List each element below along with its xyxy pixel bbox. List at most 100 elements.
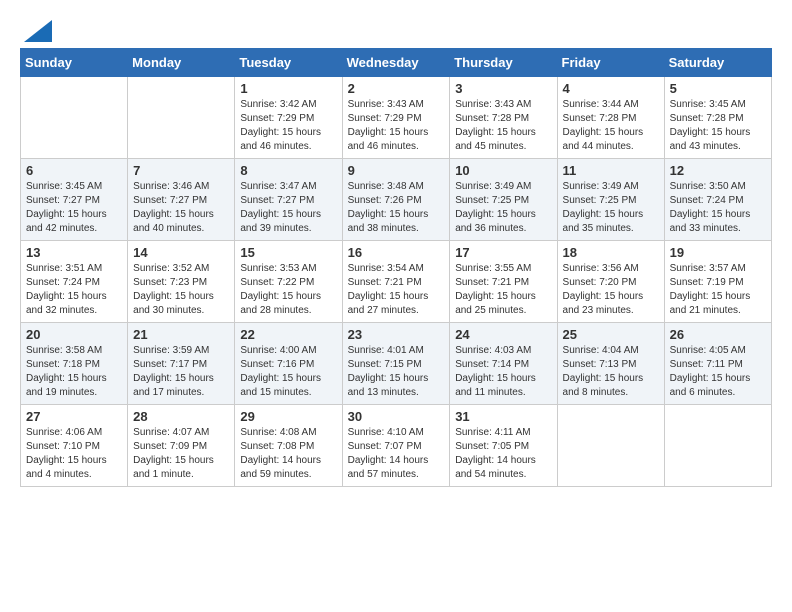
day-number: 7 <box>133 163 229 178</box>
day-number: 14 <box>133 245 229 260</box>
calendar-cell <box>557 405 664 487</box>
calendar-cell <box>128 77 235 159</box>
weekday-header-tuesday: Tuesday <box>235 49 342 77</box>
weekday-header-thursday: Thursday <box>450 49 557 77</box>
calendar-cell: 14 Sunrise: 3:52 AM Sunset: 7:23 PM Dayli… <box>128 241 235 323</box>
day-number: 20 <box>26 327 122 342</box>
day-number: 28 <box>133 409 229 424</box>
calendar-cell: 15 Sunrise: 3:53 AM Sunset: 7:22 PM Dayli… <box>235 241 342 323</box>
day-info: Sunrise: 4:06 AM Sunset: 7:10 PM Dayligh… <box>26 426 122 482</box>
day-number: 16 <box>348 245 445 260</box>
day-info: Sunrise: 3:49 AM Sunset: 7:25 PM Dayligh… <box>455 180 551 236</box>
calendar-cell: 3 Sunrise: 3:43 AM Sunset: 7:28 PM Daylig… <box>450 77 557 159</box>
day-info: Sunrise: 3:52 AM Sunset: 7:23 PM Dayligh… <box>133 262 229 318</box>
logo-icon <box>24 20 52 42</box>
day-info: Sunrise: 3:57 AM Sunset: 7:19 PM Dayligh… <box>670 262 766 318</box>
calendar-table: SundayMondayTuesdayWednesdayThursdayFrid… <box>20 48 772 487</box>
weekday-header-monday: Monday <box>128 49 235 77</box>
calendar-cell: 18 Sunrise: 3:56 AM Sunset: 7:20 PM Dayli… <box>557 241 664 323</box>
day-number: 18 <box>563 245 659 260</box>
day-number: 19 <box>670 245 766 260</box>
weekday-header-friday: Friday <box>557 49 664 77</box>
day-info: Sunrise: 3:59 AM Sunset: 7:17 PM Dayligh… <box>133 344 229 400</box>
day-number: 10 <box>455 163 551 178</box>
calendar-cell: 22 Sunrise: 4:00 AM Sunset: 7:16 PM Dayli… <box>235 323 342 405</box>
day-number: 4 <box>563 81 659 96</box>
day-number: 13 <box>26 245 122 260</box>
logo <box>20 20 52 38</box>
calendar-cell: 1 Sunrise: 3:42 AM Sunset: 7:29 PM Daylig… <box>235 77 342 159</box>
day-number: 2 <box>348 81 445 96</box>
calendar-week-row: 13 Sunrise: 3:51 AM Sunset: 7:24 PM Dayli… <box>21 241 772 323</box>
day-info: Sunrise: 4:01 AM Sunset: 7:15 PM Dayligh… <box>348 344 445 400</box>
day-info: Sunrise: 3:56 AM Sunset: 7:20 PM Dayligh… <box>563 262 659 318</box>
day-info: Sunrise: 3:44 AM Sunset: 7:28 PM Dayligh… <box>563 98 659 154</box>
calendar-cell: 2 Sunrise: 3:43 AM Sunset: 7:29 PM Daylig… <box>342 77 450 159</box>
day-info: Sunrise: 3:47 AM Sunset: 7:27 PM Dayligh… <box>240 180 336 236</box>
day-info: Sunrise: 3:48 AM Sunset: 7:26 PM Dayligh… <box>348 180 445 236</box>
calendar-week-row: 27 Sunrise: 4:06 AM Sunset: 7:10 PM Dayli… <box>21 405 772 487</box>
day-number: 23 <box>348 327 445 342</box>
day-number: 31 <box>455 409 551 424</box>
day-info: Sunrise: 3:42 AM Sunset: 7:29 PM Dayligh… <box>240 98 336 154</box>
calendar-cell: 19 Sunrise: 3:57 AM Sunset: 7:19 PM Dayli… <box>664 241 771 323</box>
day-info: Sunrise: 3:45 AM Sunset: 7:28 PM Dayligh… <box>670 98 766 154</box>
day-number: 5 <box>670 81 766 96</box>
calendar-cell: 6Sunrise: 3:45 AM Sunset: 7:27 PM Daylig… <box>21 159 128 241</box>
day-number: 27 <box>26 409 122 424</box>
day-info: Sunrise: 3:55 AM Sunset: 7:21 PM Dayligh… <box>455 262 551 318</box>
day-info: Sunrise: 4:04 AM Sunset: 7:13 PM Dayligh… <box>563 344 659 400</box>
day-info: Sunrise: 3:51 AM Sunset: 7:24 PM Dayligh… <box>26 262 122 318</box>
calendar-cell: 26 Sunrise: 4:05 AM Sunset: 7:11 PM Dayli… <box>664 323 771 405</box>
calendar-cell: 28 Sunrise: 4:07 AM Sunset: 7:09 PM Dayli… <box>128 405 235 487</box>
day-number: 3 <box>455 81 551 96</box>
day-number: 12 <box>670 163 766 178</box>
day-number: 1 <box>240 81 336 96</box>
calendar-week-row: 20Sunrise: 3:58 AM Sunset: 7:18 PM Dayli… <box>21 323 772 405</box>
day-number: 9 <box>348 163 445 178</box>
calendar-cell: 7Sunrise: 3:46 AM Sunset: 7:27 PM Daylig… <box>128 159 235 241</box>
calendar-cell: 29Sunrise: 4:08 AM Sunset: 7:08 PM Dayli… <box>235 405 342 487</box>
calendar-cell: 13 Sunrise: 3:51 AM Sunset: 7:24 PM Dayli… <box>21 241 128 323</box>
day-number: 17 <box>455 245 551 260</box>
day-number: 25 <box>563 327 659 342</box>
day-info: Sunrise: 3:43 AM Sunset: 7:28 PM Dayligh… <box>455 98 551 154</box>
day-info: Sunrise: 3:53 AM Sunset: 7:22 PM Dayligh… <box>240 262 336 318</box>
day-number: 30 <box>348 409 445 424</box>
weekday-header-sunday: Sunday <box>21 49 128 77</box>
day-number: 6 <box>26 163 122 178</box>
calendar-cell: 20Sunrise: 3:58 AM Sunset: 7:18 PM Dayli… <box>21 323 128 405</box>
day-info: Sunrise: 4:00 AM Sunset: 7:16 PM Dayligh… <box>240 344 336 400</box>
weekday-header-saturday: Saturday <box>664 49 771 77</box>
day-info: Sunrise: 4:05 AM Sunset: 7:11 PM Dayligh… <box>670 344 766 400</box>
calendar-cell: 9 Sunrise: 3:48 AM Sunset: 7:26 PM Daylig… <box>342 159 450 241</box>
calendar-cell: 10 Sunrise: 3:49 AM Sunset: 7:25 PM Dayli… <box>450 159 557 241</box>
calendar-cell: 27 Sunrise: 4:06 AM Sunset: 7:10 PM Dayli… <box>21 405 128 487</box>
day-number: 8 <box>240 163 336 178</box>
calendar-cell: 12 Sunrise: 3:50 AM Sunset: 7:24 PM Dayli… <box>664 159 771 241</box>
calendar-cell <box>664 405 771 487</box>
day-number: 29 <box>240 409 336 424</box>
calendar-week-row: 1 Sunrise: 3:42 AM Sunset: 7:29 PM Daylig… <box>21 77 772 159</box>
day-number: 22 <box>240 327 336 342</box>
calendar-cell: 30 Sunrise: 4:10 AM Sunset: 7:07 PM Dayli… <box>342 405 450 487</box>
day-info: Sunrise: 3:54 AM Sunset: 7:21 PM Dayligh… <box>348 262 445 318</box>
day-info: Sunrise: 4:11 AM Sunset: 7:05 PM Dayligh… <box>455 426 551 482</box>
day-info: Sunrise: 4:10 AM Sunset: 7:07 PM Dayligh… <box>348 426 445 482</box>
day-info: Sunrise: 4:03 AM Sunset: 7:14 PM Dayligh… <box>455 344 551 400</box>
day-number: 26 <box>670 327 766 342</box>
calendar-cell: 23 Sunrise: 4:01 AM Sunset: 7:15 PM Dayli… <box>342 323 450 405</box>
day-info: Sunrise: 3:49 AM Sunset: 7:25 PM Dayligh… <box>563 180 659 236</box>
day-number: 11 <box>563 163 659 178</box>
page-header <box>20 20 772 38</box>
day-info: Sunrise: 3:50 AM Sunset: 7:24 PM Dayligh… <box>670 180 766 236</box>
calendar-cell <box>21 77 128 159</box>
calendar-cell: 8 Sunrise: 3:47 AM Sunset: 7:27 PM Daylig… <box>235 159 342 241</box>
calendar-cell: 17 Sunrise: 3:55 AM Sunset: 7:21 PM Dayli… <box>450 241 557 323</box>
calendar-cell: 5 Sunrise: 3:45 AM Sunset: 7:28 PM Daylig… <box>664 77 771 159</box>
day-info: Sunrise: 3:43 AM Sunset: 7:29 PM Dayligh… <box>348 98 445 154</box>
day-number: 24 <box>455 327 551 342</box>
calendar-cell: 21Sunrise: 3:59 AM Sunset: 7:17 PM Dayli… <box>128 323 235 405</box>
day-info: Sunrise: 4:07 AM Sunset: 7:09 PM Dayligh… <box>133 426 229 482</box>
day-number: 15 <box>240 245 336 260</box>
